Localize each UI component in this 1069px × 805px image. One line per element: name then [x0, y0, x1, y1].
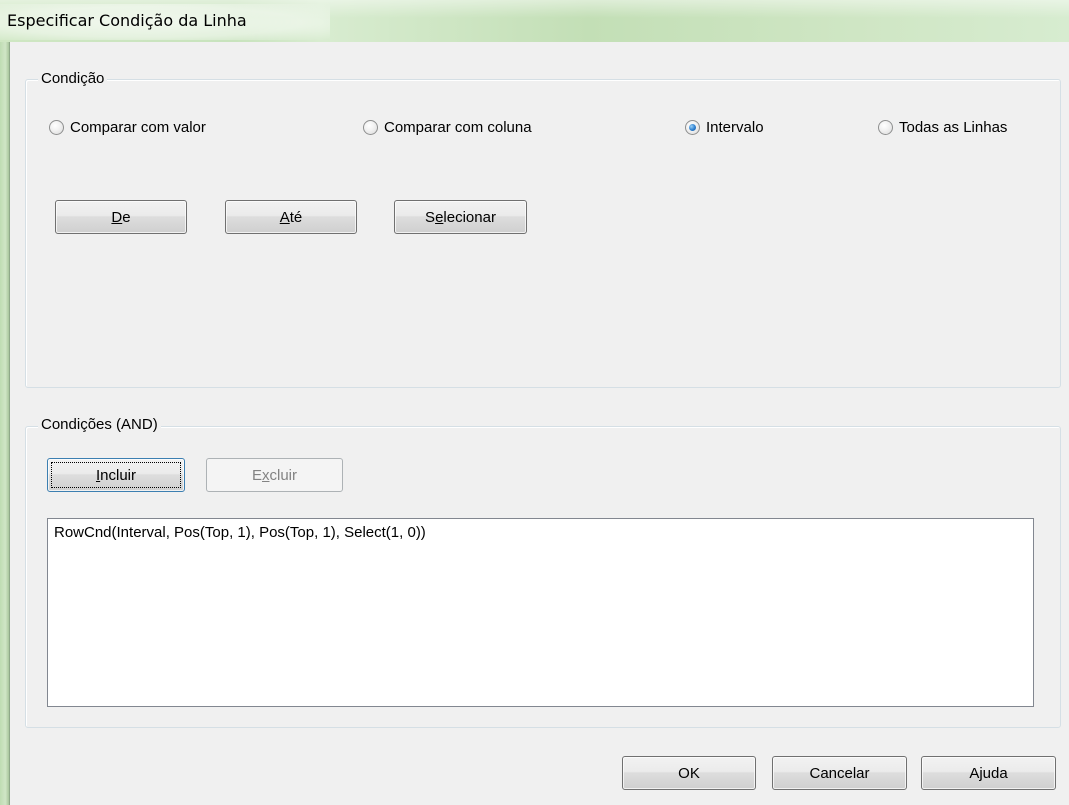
- select-label-rest: lecionar: [443, 208, 496, 226]
- window-title: Especificar Condição da Linha: [7, 11, 247, 30]
- title-bar[interactable]: Especificar Condição da Linha: [0, 0, 1069, 42]
- radio-interval[interactable]: Intervalo: [685, 119, 764, 136]
- from-button[interactable]: De: [55, 200, 187, 234]
- radio-circle-selected: [685, 120, 700, 135]
- radio-circle: [49, 120, 64, 135]
- from-label-rest: e: [122, 208, 131, 226]
- select-button[interactable]: Se lecionar: [394, 200, 527, 234]
- focus-rect: [51, 462, 181, 488]
- delete-button[interactable]: Ex cluir: [206, 458, 343, 492]
- list-item[interactable]: RowCnd(Interval, Pos(Top, 1), Pos(Top, 1…: [54, 524, 426, 541]
- condition-group-label: Condição: [38, 70, 108, 88]
- select-label-prefix: S: [425, 208, 436, 226]
- help-label: Ajuda: [969, 764, 1008, 782]
- delete-label-prefix: E: [251, 466, 262, 484]
- radio-compare-column[interactable]: Comparar com coluna: [363, 119, 532, 136]
- help-button[interactable]: Ajuda: [921, 756, 1056, 790]
- select-mnemonic: e: [435, 208, 444, 226]
- delete-mnemonic: x: [262, 466, 270, 484]
- radio-compare-column-label: Comparar com coluna: [384, 119, 532, 136]
- window-frame-left: [0, 42, 9, 805]
- ok-label: OK: [678, 764, 700, 782]
- radio-all-rows[interactable]: Todas as Linhas: [878, 119, 1007, 136]
- radio-compare-value-label: Comparar com valor: [70, 119, 206, 136]
- radio-circle: [363, 120, 378, 135]
- cancel-button[interactable]: Cancelar: [772, 756, 907, 790]
- ok-button[interactable]: OK: [622, 756, 756, 790]
- to-label-rest: té: [289, 208, 303, 226]
- include-button[interactable]: Incluir: [47, 458, 185, 492]
- delete-label-rest: cluir: [269, 466, 298, 484]
- from-mnemonic: D: [111, 208, 123, 226]
- conditions-and-group-label: Condições (AND): [38, 416, 161, 434]
- to-mnemonic: A: [279, 208, 290, 226]
- radio-all-rows-label: Todas as Linhas: [899, 119, 1008, 136]
- radio-interval-label: Intervalo: [706, 119, 764, 136]
- dialog-client-area: Condição Comparar com valor Comparar com…: [9, 42, 1069, 805]
- conditions-listbox[interactable]: RowCnd(Interval, Pos(Top, 1), Pos(Top, 1…: [47, 518, 1034, 707]
- radio-circle: [878, 120, 893, 135]
- radio-compare-value[interactable]: Comparar com valor: [49, 119, 206, 136]
- to-button[interactable]: Até: [225, 200, 357, 234]
- cancel-label: Cancelar: [809, 764, 870, 782]
